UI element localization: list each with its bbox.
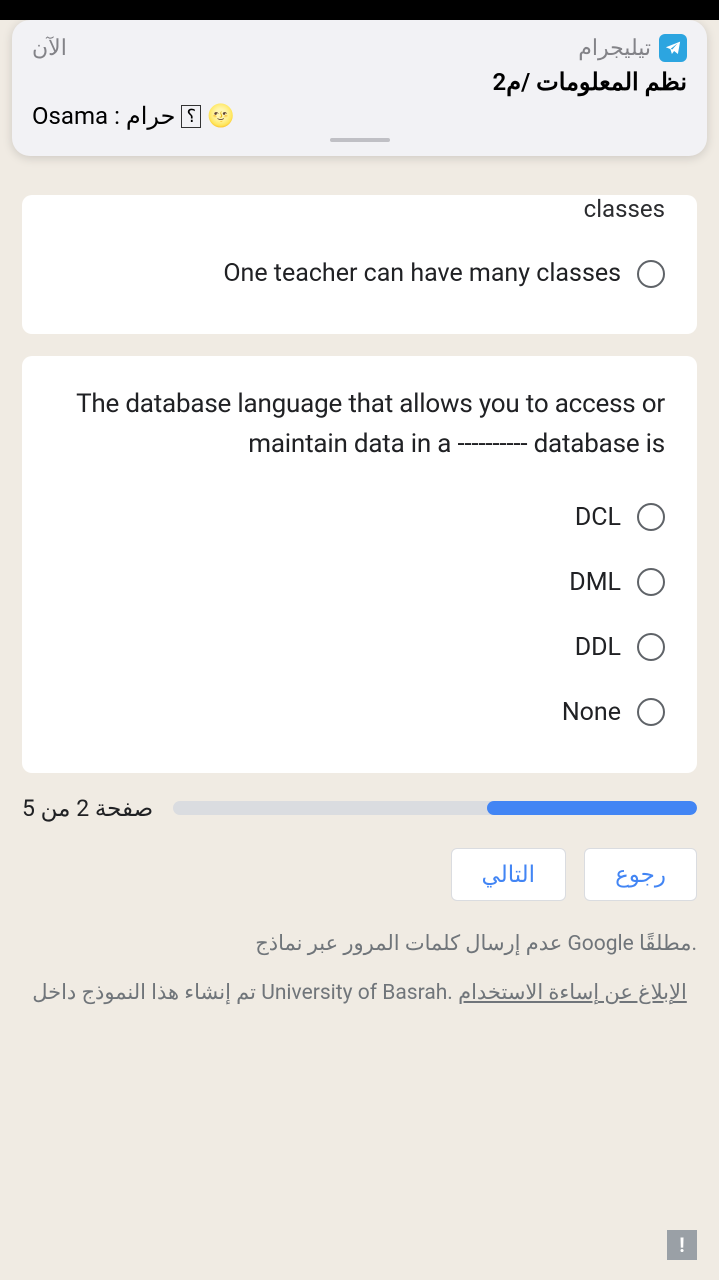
notification-message: Osama : حرام ؟ 🌝 [32,102,687,130]
radio-button[interactable] [637,633,665,661]
radio-button[interactable] [637,698,665,726]
radio-option-none[interactable]: None [54,680,665,745]
radio-option-dcl[interactable]: DCL [54,485,665,550]
radio-option-dml[interactable]: DML [54,550,665,615]
radio-button[interactable] [637,260,665,288]
option-label: DML [569,568,621,597]
option-label: None [562,698,621,727]
question-card: The database language that allows you to… [22,356,697,773]
notification-handle[interactable] [330,138,390,142]
status-bar [0,0,719,20]
progress-bar [173,801,697,815]
notification-app-name: تيليجرام [578,36,651,61]
radio-button[interactable] [637,568,665,596]
question-text: The database language that allows you to… [54,384,665,465]
report-abuse-link[interactable]: الإبلاغ عن إساءة الاستخدام [458,981,687,1005]
notification-title: نظم المعلومات /م2 [32,68,687,96]
next-button[interactable]: التالي [451,848,567,901]
radio-option[interactable]: One teacher can have many classes [54,241,665,306]
telegram-icon [659,34,687,62]
partial-text: classes [54,195,665,223]
radio-button[interactable] [637,503,665,531]
notification-banner[interactable]: الآن تيليجرام نظم المعلومات /م2 Osama : … [12,20,707,156]
progress-row: صفحة 2 من 5 [22,795,697,822]
option-label: DCL [575,503,621,532]
page-label: صفحة 2 من 5 [22,795,153,822]
notification-app: تيليجرام [578,34,687,62]
option-label: One teacher can have many classes [223,259,621,288]
option-label: DDL [575,633,621,662]
progress-fill [487,801,697,815]
report-icon[interactable]: ! [667,1230,697,1260]
question-card-partial: classes One teacher can have many classe… [22,195,697,334]
back-button[interactable]: رجوع [584,848,697,901]
footer-org: تم إنشاء هذا النموذج داخل University of … [22,978,697,1010]
footer-password-warning: عدم إرسال كلمات المرور عبر نماذج Google … [22,931,697,956]
radio-option-ddl[interactable]: DDL [54,615,665,680]
notification-time: الآن [32,36,67,61]
